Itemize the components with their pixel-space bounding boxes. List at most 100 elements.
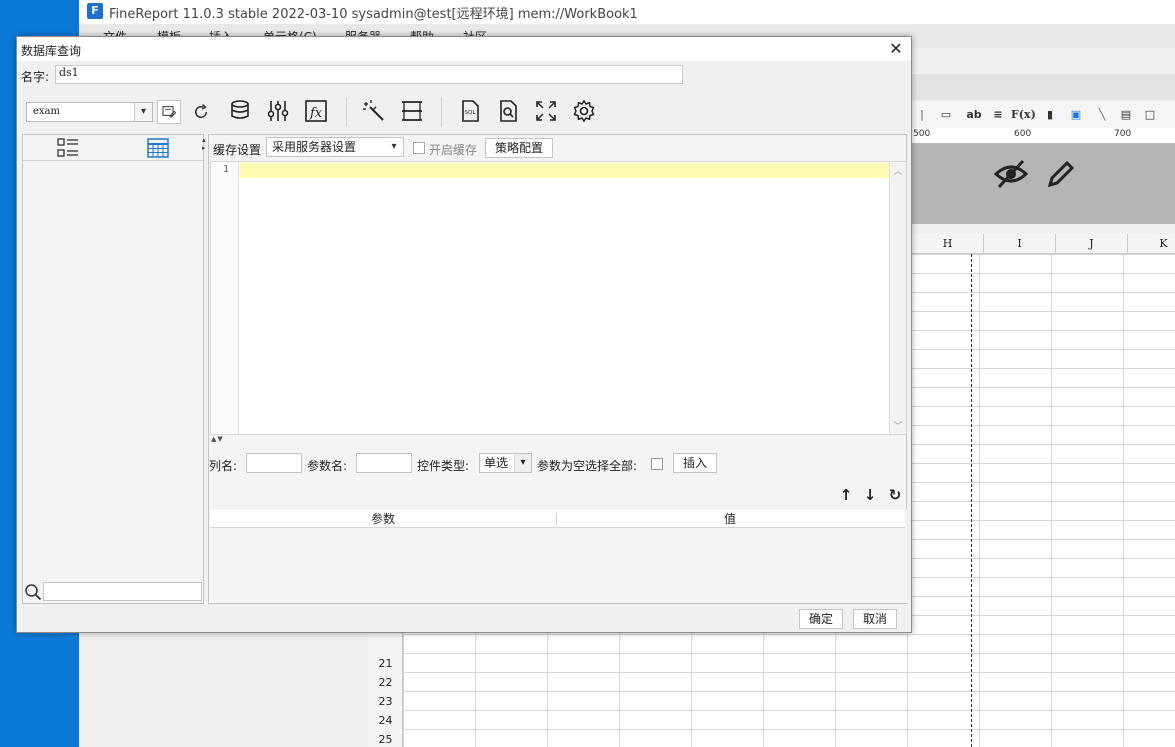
- cache-settings-label: 缓存设置: [213, 143, 262, 157]
- param-name-label: 参数名:: [307, 459, 348, 473]
- table-view-icon[interactable]: [147, 138, 169, 158]
- svg-text:fx: fx: [309, 106, 323, 121]
- app-title: FineReport 11.0.3 stable 2022-03-10 sysa…: [109, 7, 638, 22]
- edit-datasource-icon[interactable]: [157, 100, 181, 124]
- column-name-label: 列名:: [209, 459, 238, 473]
- column-label[interactable]: K: [1127, 234, 1175, 254]
- parameter-table[interactable]: 参数 值: [210, 510, 907, 603]
- dialog-title: 数据库查询: [21, 44, 82, 58]
- toolbar-separator: [346, 97, 347, 127]
- eye-slash-icon[interactable]: [993, 158, 1029, 190]
- ruler-label: 500: [913, 129, 931, 139]
- dialog-titlebar: 数据库查询 ✕: [17, 37, 911, 61]
- preview-search-icon[interactable]: [495, 98, 521, 124]
- align-icon[interactable]: ≡: [989, 106, 1007, 124]
- move-down-icon[interactable]: ↓: [861, 486, 879, 504]
- line-number: 1: [223, 164, 230, 175]
- ruler-label: 700: [1114, 129, 1132, 139]
- row-label[interactable]: 25: [368, 730, 403, 747]
- param-name-input[interactable]: [356, 453, 412, 473]
- magic-wand-icon[interactable]: [361, 98, 387, 124]
- merge-icon[interactable]: ▭: [937, 106, 955, 124]
- current-line-highlight: [240, 163, 889, 178]
- line-number-gutter: 1: [211, 162, 239, 434]
- chevron-down-icon[interactable]: ▾: [514, 454, 531, 472]
- enable-cache-label: 开启缓存: [429, 143, 478, 157]
- datasource-select[interactable]: exam ▾: [26, 102, 153, 122]
- list-view-icon[interactable]: [57, 138, 79, 158]
- collapse-arrows-icon[interactable]: ▴ ▸: [202, 136, 206, 152]
- sub-report-icon[interactable]: ▤: [1117, 106, 1135, 124]
- chevron-down-icon[interactable]: ▾: [134, 103, 152, 121]
- sql-file-icon[interactable]: SQL: [457, 98, 483, 124]
- page-break-line: [971, 254, 972, 747]
- table-browser-tabs: [23, 135, 203, 161]
- image-icon[interactable]: ▣: [1067, 106, 1085, 124]
- enable-cache-checkbox[interactable]: [413, 142, 425, 154]
- pencil-icon[interactable]: [1045, 158, 1077, 190]
- preview-band: [911, 144, 1175, 224]
- ruler: 500 600 700: [911, 128, 1175, 144]
- database-query-dialog: 数据库查询 ✕ 名字: ds1 exam ▾ fx SQL ▴ ▸ 缓存设置 采…: [16, 36, 912, 633]
- chevron-down-icon[interactable]: ▾: [385, 138, 403, 156]
- column-label[interactable]: I: [983, 234, 1055, 254]
- format-toolbar: | ▭ ab ≡ F(x) ▮ ▣ ╲ ▤ □: [911, 102, 1175, 128]
- empty-select-all-checkbox[interactable]: [651, 458, 663, 470]
- search-icon[interactable]: [24, 583, 42, 601]
- row-label[interactable]: 24: [368, 711, 403, 730]
- control-type-value: 单选: [484, 456, 509, 470]
- refresh-params-icon[interactable]: ↻: [886, 486, 904, 504]
- parameter-table-header: 参数 值: [210, 510, 905, 528]
- scroll-down-icon[interactable]: ﹀: [890, 419, 906, 432]
- control-type-label: 控件类型:: [417, 459, 470, 473]
- svg-text:SQL: SQL: [465, 110, 477, 116]
- close-icon[interactable]: ✕: [887, 39, 905, 59]
- row-label[interactable]: 22: [368, 673, 403, 692]
- cache-settings-value: 采用服务器设置: [272, 140, 357, 154]
- border-icon[interactable]: □: [1141, 106, 1159, 124]
- cache-settings-select[interactable]: 采用服务器设置 ▾: [266, 137, 404, 157]
- table-browser-panel: [22, 134, 204, 604]
- separator-icon: |: [919, 108, 925, 121]
- parameters-icon[interactable]: [265, 98, 291, 124]
- strategy-config-button[interactable]: 策略配置: [485, 138, 553, 158]
- gear-icon[interactable]: [571, 98, 597, 124]
- formula-icon[interactable]: F(x): [1011, 106, 1036, 124]
- chart-icon[interactable]: ▮: [1041, 106, 1059, 124]
- finereport-logo-icon: F: [87, 3, 103, 19]
- sql-editor[interactable]: 1 ︿ ﹀: [210, 161, 907, 435]
- row-label[interactable]: 21: [368, 654, 403, 673]
- table-search: [23, 581, 203, 603]
- editor-scrollbar[interactable]: ︿ ﹀: [889, 162, 906, 434]
- name-label: 名字:: [21, 70, 50, 84]
- column-name-input[interactable]: [246, 453, 302, 473]
- function-icon[interactable]: fx: [303, 98, 329, 124]
- layout-icon[interactable]: [399, 98, 425, 124]
- ok-button[interactable]: 确定: [799, 609, 843, 629]
- move-up-icon[interactable]: ↑: [837, 486, 855, 504]
- row-label[interactable]: 23: [368, 692, 403, 711]
- database-sql-icon[interactable]: [228, 98, 254, 124]
- cancel-button[interactable]: 取消: [853, 609, 897, 629]
- name-input[interactable]: ds1: [55, 65, 683, 84]
- slash-icon[interactable]: ╲: [1093, 106, 1111, 124]
- fullscreen-icon[interactable]: [533, 98, 559, 124]
- control-type-select[interactable]: 单选 ▾: [479, 453, 532, 473]
- empty-select-all-label: 参数为空选择全部:: [537, 459, 638, 473]
- column-label[interactable]: H: [911, 234, 983, 254]
- name-value: ds1: [59, 66, 79, 79]
- toolbar-separator: [441, 97, 442, 127]
- value-column-header[interactable]: 值: [557, 510, 903, 528]
- refresh-icon[interactable]: [188, 99, 214, 125]
- text-format-icon[interactable]: ab: [963, 106, 985, 124]
- query-panel: 缓存设置 采用服务器设置 ▾ 开启缓存 策略配置 1 ︿ ﹀ ▲▼ 列名: 参数…: [208, 134, 907, 604]
- table-search-input[interactable]: [43, 582, 202, 601]
- scroll-up-icon[interactable]: ︿: [890, 164, 906, 177]
- datasource-value: exam: [33, 106, 61, 117]
- split-toggle-icon[interactable]: ▲▼: [211, 435, 224, 443]
- app-titlebar: F FineReport 11.0.3 stable 2022-03-10 sy…: [79, 0, 1175, 24]
- param-column-header[interactable]: 参数: [210, 510, 556, 528]
- ruler-label: 600: [1014, 129, 1032, 139]
- insert-button[interactable]: 插入: [673, 453, 717, 473]
- column-label[interactable]: J: [1055, 234, 1127, 254]
